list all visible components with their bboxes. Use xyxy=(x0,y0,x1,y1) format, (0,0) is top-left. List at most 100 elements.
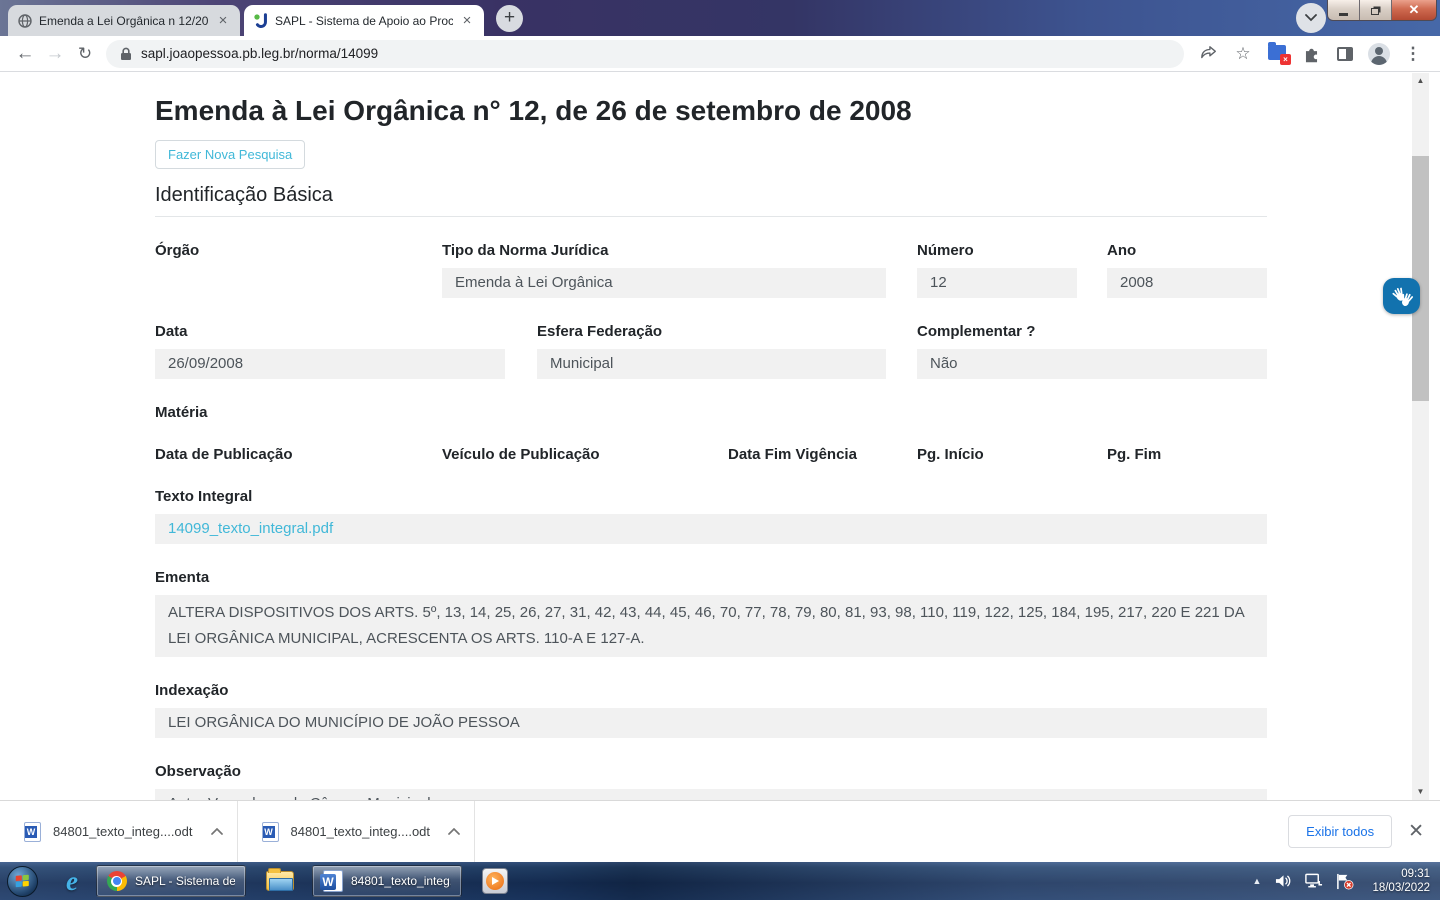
scrollbar-thumb[interactable] xyxy=(1412,156,1429,401)
share-icon xyxy=(1200,45,1218,63)
show-all-downloads-button[interactable]: Exibir todos xyxy=(1288,815,1392,848)
start-button[interactable] xyxy=(7,866,38,897)
window-close-button[interactable]: ✕ xyxy=(1392,0,1436,20)
download-filename: 84801_texto_integ....odt xyxy=(53,824,193,839)
page-scrollbar[interactable]: ▲ ▼ xyxy=(1412,73,1429,800)
new-tab-button[interactable]: + xyxy=(496,5,523,32)
tab-close-icon[interactable]: × xyxy=(459,13,475,29)
chevron-down-icon xyxy=(1305,14,1317,22)
tab-title: SAPL - Sistema de Apoio ao Proc xyxy=(275,14,453,28)
field-label-ano: Ano xyxy=(1107,242,1267,259)
volume-button[interactable] xyxy=(1275,873,1292,889)
back-button[interactable]: ← xyxy=(10,43,40,65)
share-button[interactable] xyxy=(1198,43,1220,65)
section-heading: Identificação Básica xyxy=(155,184,1267,217)
field-value-texto-integral: 14099_texto_integral.pdf xyxy=(155,514,1267,544)
lock-icon xyxy=(120,47,132,61)
scroll-down-arrow[interactable]: ▼ xyxy=(1412,784,1429,800)
taskbar-window-label: 84801_texto_integ... xyxy=(351,874,451,888)
download-item[interactable]: 84801_texto_integ....odt xyxy=(238,801,476,862)
browser-menu-button[interactable]: ⋮ xyxy=(1402,43,1424,65)
tab-strip: Emenda a Lei Orgânica n 12/200 × SAPL - … xyxy=(0,0,1440,36)
field-label-indexacao: Indexação xyxy=(155,682,1267,699)
field-label-data-fim-vigencia: Data Fim Vigência xyxy=(728,446,917,463)
toolbar-actions: ☆ × ⋮ xyxy=(1198,43,1424,65)
web-page: Emenda à Lei Orgânica n° 12, de 26 de se… xyxy=(0,73,1440,800)
extension-error-button[interactable]: × xyxy=(1266,43,1288,65)
field-label-complementar: Complementar ? xyxy=(917,323,1267,340)
odt-file-icon xyxy=(262,822,279,842)
field-label-numero: Número xyxy=(917,242,1107,259)
downloads-bar-close-icon[interactable]: ✕ xyxy=(1408,822,1424,841)
puzzle-icon xyxy=(1302,44,1321,63)
field-label-esfera: Esfera Federação xyxy=(537,323,917,340)
windows-logo-icon xyxy=(14,873,31,890)
restore-icon xyxy=(1371,8,1379,15)
tab-search-button[interactable] xyxy=(1296,3,1326,33)
globe-icon xyxy=(17,13,33,29)
taskbar-word-window[interactable]: W 84801_texto_integ... xyxy=(312,865,462,897)
taskbar-clock[interactable]: 09:31 18/03/2022 xyxy=(1372,867,1430,895)
windows-taskbar: e SAPL - Sistema de... W 84801_texto_int… xyxy=(0,862,1440,900)
system-tray: ▲ xyxy=(1253,862,1440,900)
clock-date: 18/03/2022 xyxy=(1372,881,1430,895)
form-row: Órgão Tipo da Norma Jurídica Emenda à Le… xyxy=(155,242,1267,298)
reload-button[interactable]: ↻ xyxy=(70,44,100,64)
field-value-numero: 12 xyxy=(917,268,1077,298)
side-panel-icon xyxy=(1337,47,1353,61)
handtalk-accessibility-button[interactable] xyxy=(1383,278,1420,314)
media-player-icon[interactable] xyxy=(482,868,508,894)
field-value-tipo-norma: Emenda à Lei Orgânica xyxy=(442,268,886,298)
field-label-orgao: Órgão xyxy=(155,242,442,259)
action-center-button[interactable] xyxy=(1335,873,1354,890)
window-restore-button[interactable] xyxy=(1360,0,1392,20)
field-label-data: Data xyxy=(155,323,537,340)
side-panel-button[interactable] xyxy=(1334,43,1356,65)
file-explorer-icon[interactable] xyxy=(266,871,294,891)
sign-language-hands-icon xyxy=(1390,284,1414,308)
taskbar-chrome-window[interactable]: SAPL - Sistema de... xyxy=(96,865,246,897)
field-value-complementar: Não xyxy=(917,349,1267,379)
chrome-icon xyxy=(107,871,127,891)
field-label-pg-fim: Pg. Fim xyxy=(1107,446,1161,463)
flag-alert-icon xyxy=(1335,873,1354,890)
form-row: Ementa ALTERA DISPOSITIVOS DOS ARTS. 5º,… xyxy=(155,569,1267,657)
taskbar-window-label: SAPL - Sistema de... xyxy=(135,874,235,888)
show-hidden-icons-button[interactable]: ▲ xyxy=(1253,876,1262,886)
tab-close-icon[interactable]: × xyxy=(215,13,231,29)
nova-pesquisa-button[interactable]: Fazer Nova Pesquisa xyxy=(155,140,305,169)
tab-emenda[interactable]: Emenda a Lei Orgânica n 12/200 × xyxy=(8,5,240,36)
downloads-bar: 84801_texto_integ....odt 84801_texto_int… xyxy=(0,800,1440,862)
texto-integral-pdf-link[interactable]: 14099_texto_integral.pdf xyxy=(168,520,333,537)
odt-file-icon xyxy=(24,822,41,842)
form-row: Texto Integral 14099_texto_integral.pdf xyxy=(155,488,1267,544)
network-button[interactable] xyxy=(1304,873,1323,889)
address-bar[interactable]: sapl.joaopessoa.pb.leg.br/norma/14099 xyxy=(106,40,1184,68)
form-row: Indexação LEI ORGÂNICA DO MUNICÍPIO DE J… xyxy=(155,682,1267,738)
window-minimize-button[interactable] xyxy=(1328,0,1360,20)
field-value-data: 26/09/2008 xyxy=(155,349,505,379)
tab-sapl[interactable]: SAPL - Sistema de Apoio ao Proc × xyxy=(244,5,484,36)
speaker-icon xyxy=(1275,873,1292,889)
field-value-indexacao: LEI ORGÂNICA DO MUNICÍPIO DE JOÃO PESSOA xyxy=(155,708,1267,738)
field-label-texto-integral: Texto Integral xyxy=(155,488,1267,505)
form-row: Data 26/09/2008 Esfera Federação Municip… xyxy=(155,323,1267,379)
blue-extension-icon: × xyxy=(1268,45,1286,60)
field-value-ano: 2008 xyxy=(1107,268,1267,298)
field-label-materia: Matéria xyxy=(155,404,208,421)
field-label-data-publicacao: Data de Publicação xyxy=(155,446,442,463)
tab-title: Emenda a Lei Orgânica n 12/200 xyxy=(39,14,209,28)
browser-toolbar: ← → ↻ sapl.joaopessoa.pb.leg.br/norma/14… xyxy=(0,36,1440,72)
extensions-button[interactable] xyxy=(1300,43,1322,65)
bookmark-star-button[interactable]: ☆ xyxy=(1232,43,1254,65)
internet-explorer-icon[interactable]: e xyxy=(66,866,78,897)
minimize-icon xyxy=(1339,13,1348,16)
scroll-up-arrow[interactable]: ▲ xyxy=(1412,73,1429,89)
download-item[interactable]: 84801_texto_integ....odt xyxy=(0,801,238,862)
field-label-pg-inicio: Pg. Início xyxy=(917,446,1107,463)
chevron-up-icon[interactable] xyxy=(211,828,223,835)
chevron-up-icon[interactable] xyxy=(448,828,460,835)
field-label-observacao: Observação xyxy=(155,763,1267,780)
forward-button[interactable]: → xyxy=(40,43,70,65)
profile-button[interactable] xyxy=(1368,43,1390,65)
